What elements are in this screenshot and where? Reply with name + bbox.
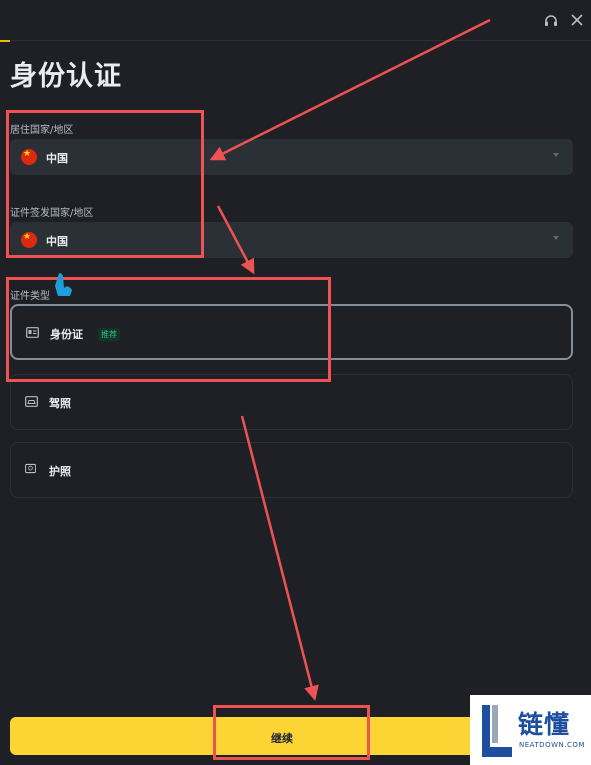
watermark-subtext: NEATDOWN.COM: [519, 741, 585, 749]
annotation-arrow: [216, 205, 255, 275]
annotation-arrows: [55, 18, 491, 701]
annotation-arrow: [209, 18, 491, 161]
watermark: 链懂 NEATDOWN.COM: [470, 695, 591, 765]
annotation-arrow: [240, 415, 319, 701]
watermark-logo-icon: [482, 705, 512, 757]
watermark-text: 链懂: [518, 710, 571, 739]
hand-cursor-icon: [55, 273, 72, 296]
